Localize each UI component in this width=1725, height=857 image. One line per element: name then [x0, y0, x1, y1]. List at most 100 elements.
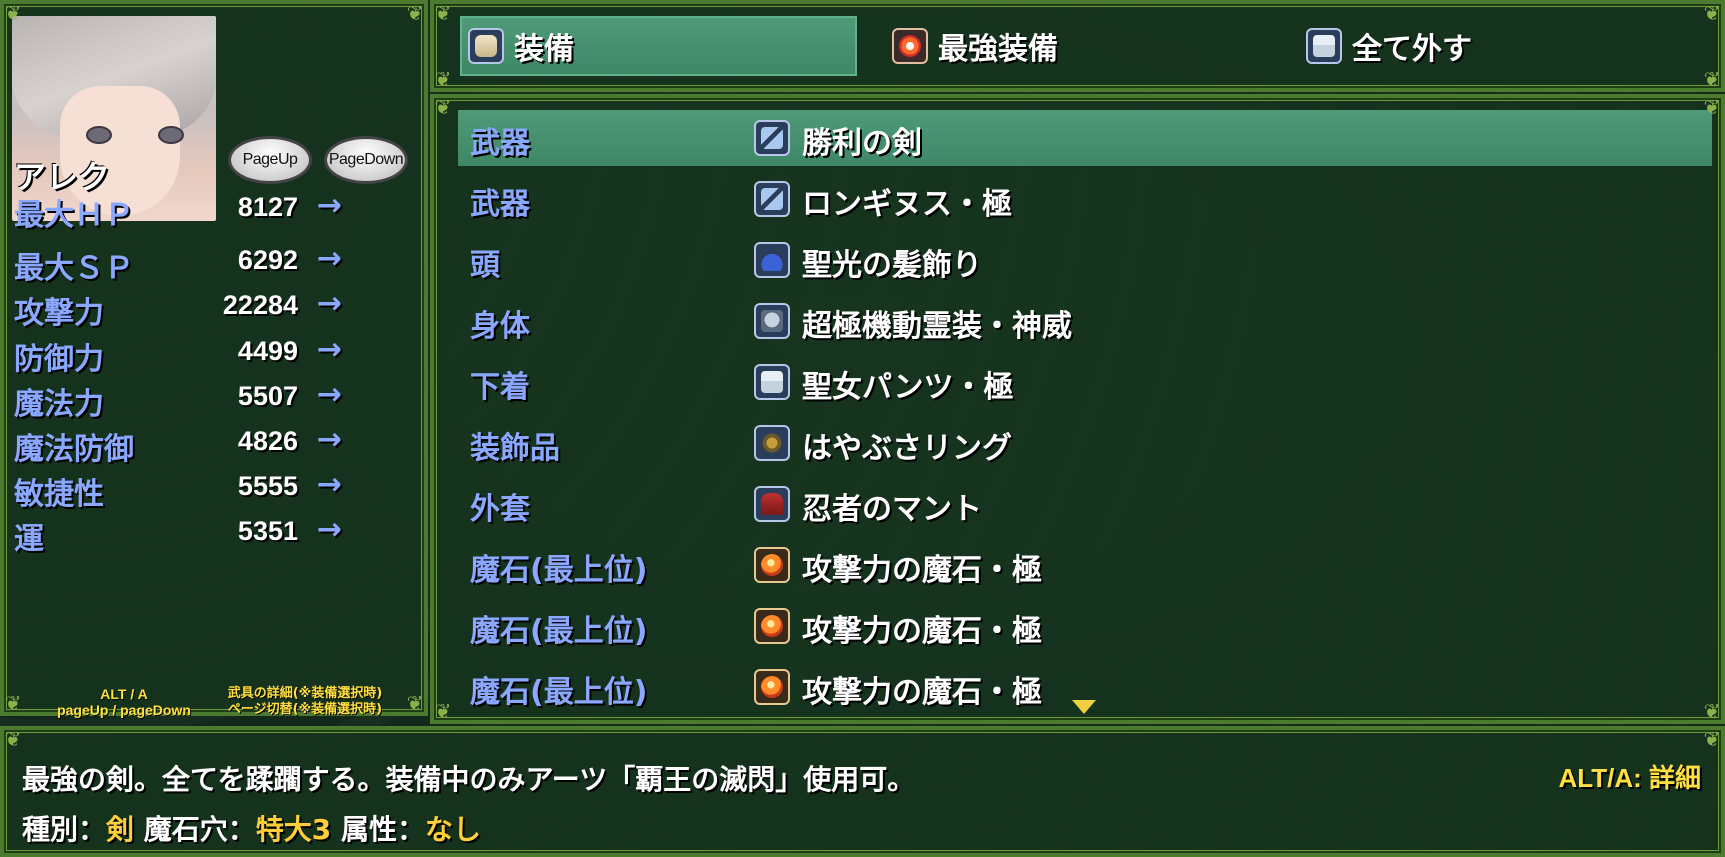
command-label: 最強装備 [938, 32, 1058, 67]
stat-row-defense: 防御力 4499 → [14, 332, 344, 377]
page-down-button[interactable]: PageDown [324, 136, 408, 184]
item-name: はやぶさリング [802, 431, 1012, 466]
hat-icon [754, 242, 790, 278]
equipment-panel: 武器 勝利の剣 武器 ロンギヌス・極 頭 聖光の髪飾り 身体 超極機動霊装・神威… [430, 94, 1725, 724]
stat-label: 最大ＳＰ [14, 251, 134, 286]
item-description: 最強の剣。全てを蹂躙する。装備中のみアーツ「覇王の滅閃」使用可。 [22, 763, 916, 796]
stat-label: 防御力 [14, 342, 104, 377]
stat-label: 運 [14, 522, 44, 557]
item-name: 攻撃力の魔石・極 [802, 675, 1042, 710]
item-name: 超極機動霊装・神威 [802, 309, 1072, 344]
item-name: 攻撃力の魔石・極 [802, 553, 1042, 588]
unequip-icon [1306, 28, 1342, 64]
slot-label: 身体 [470, 309, 530, 344]
slots-label: 魔石穴： [143, 813, 256, 846]
equip-icon [468, 28, 504, 64]
frame-ornament-icon: ❦ [1703, 699, 1721, 723]
key-hints: ALT / A pageUp / pageDown [24, 686, 224, 718]
equip-command[interactable]: 装備 [462, 18, 855, 74]
frame-ornament-icon: ❦ [434, 67, 452, 91]
slot-label: 魔石(最上位) [470, 614, 648, 649]
stat-value: 22284 [222, 290, 298, 320]
key-hint-alt: ALT / A [100, 686, 148, 702]
element-value: なし [425, 813, 482, 846]
frame-ornament-icon: ❦ [4, 691, 22, 715]
frame-ornament-icon: ❦ [1703, 67, 1721, 91]
item-name: 聖女パンツ・極 [802, 370, 1014, 405]
item-name: 勝利の剣 [802, 126, 922, 161]
scroll-down-arrow-icon[interactable] [1072, 700, 1096, 714]
stat-arrow-icon: → [316, 241, 342, 276]
stat-row-max-hp: 最大ＨＰ 8127 → [14, 188, 344, 233]
stat-arrow-icon: → [316, 422, 342, 457]
stat-value: 4826 [237, 426, 298, 456]
slot-label: 魔石(最上位) [470, 675, 648, 710]
page-up-button[interactable]: PageUp [228, 136, 312, 184]
equipment-slot-row[interactable]: 武器 勝利の剣 [458, 110, 1712, 166]
stat-row-agility: 敏捷性 5555 → [14, 467, 344, 512]
armor-icon [754, 303, 790, 339]
equipment-slot-row[interactable]: 武器 ロンギヌス・極 [458, 171, 1712, 227]
slot-label: 武器 [470, 126, 530, 161]
stat-label: 魔法防御 [14, 432, 134, 467]
stat-row-magic-defense: 魔法防御 4826 → [14, 422, 344, 467]
stat-label: 最大ＨＰ [14, 198, 134, 233]
frame-ornament-icon: ❦ [406, 1, 424, 25]
stat-label: 魔法力 [14, 387, 104, 422]
best-equip-command[interactable]: 最強装備 [892, 18, 1222, 74]
stat-row-attack: 攻撃力 22284 → [14, 286, 344, 331]
frame-ornament-icon: ❦ [406, 691, 424, 715]
slot-label: 装飾品 [470, 431, 560, 466]
stat-value: 6292 [237, 245, 298, 275]
stat-label: 攻撃力 [14, 296, 104, 331]
stat-value: 5351 [237, 516, 298, 546]
equipment-slot-row[interactable]: 身体 超極機動霊装・神威 [458, 293, 1712, 349]
frame-ornament-icon: ❦ [4, 727, 22, 751]
key-desc-detail: 武具の詳細(※装備選択時) [227, 686, 383, 701]
command-label: 全て外す [1352, 32, 1472, 67]
item-name: 攻撃力の魔石・極 [802, 614, 1042, 649]
item-attributes: 種別：剣 魔石穴：特大3 属性：なし [22, 808, 481, 848]
sword-icon [754, 120, 790, 156]
equipment-slot-row[interactable]: 外套 忍者のマント [458, 476, 1712, 532]
stat-arrow-icon: → [316, 467, 342, 502]
help-panel: 最強の剣。全てを蹂躙する。装備中のみアーツ「覇王の滅閃」使用可。 ALT/A: … [0, 726, 1725, 857]
game-background: PageUp PageDown アレク 最大ＨＰ 8127 → 最大ＳＰ 629… [0, 0, 1725, 857]
detail-hint: ALT/A: 詳細 [1558, 763, 1702, 793]
frame-ornament-icon: ❦ [1703, 95, 1721, 119]
key-descriptions: 武具の詳細(※装備選択時) ページ切替(※装備選択時) [202, 686, 408, 718]
equipment-slot-row[interactable]: 装飾品 はやぶさリング [458, 415, 1712, 471]
gem-icon [754, 608, 790, 644]
frame-ornament-icon: ❦ [1703, 727, 1721, 751]
cape-icon [754, 486, 790, 522]
slot-label: 武器 [470, 187, 530, 222]
stat-arrow-icon: → [316, 188, 342, 223]
unequip-all-command[interactable]: 全て外す [1306, 18, 1636, 74]
status-panel: PageUp PageDown アレク 最大ＨＰ 8127 → 最大ＳＰ 629… [0, 0, 428, 718]
ring-icon [754, 425, 790, 461]
key-desc-page: ページ切替(※装備選択時) [227, 702, 383, 717]
command-label: 装備 [514, 32, 574, 67]
equipment-slot-row[interactable]: 頭 聖光の髪飾り [458, 232, 1712, 288]
slots-value: 特大3 [255, 813, 332, 846]
slot-label: 外套 [470, 492, 530, 527]
equipment-slot-row[interactable]: 下着 聖女パンツ・極 [458, 354, 1712, 410]
key-hint-page: pageUp / pageDown [57, 702, 191, 718]
stat-value: 4499 [237, 336, 298, 366]
best-equip-icon [892, 28, 928, 64]
stat-row-luck: 運 5351 → [14, 512, 344, 557]
sword-icon [754, 181, 790, 217]
item-name: 忍者のマント [802, 492, 982, 527]
frame-ornament-icon: ❦ [4, 1, 22, 25]
pants-icon [754, 364, 790, 400]
slot-label: 頭 [470, 248, 500, 283]
stat-arrow-icon: → [316, 286, 342, 321]
equipment-slot-row[interactable]: 魔石(最上位) 攻撃力の魔石・極 [458, 598, 1712, 654]
frame-ornament-icon: ❦ [434, 95, 452, 119]
slot-label: 下着 [470, 370, 530, 405]
stat-row-max-sp: 最大ＳＰ 6292 → [14, 241, 344, 286]
type-value: 剣 [106, 813, 135, 846]
stat-value: 5555 [237, 471, 298, 501]
frame-ornament-icon: ❦ [434, 1, 452, 25]
equipment-slot-row[interactable]: 魔石(最上位) 攻撃力の魔石・極 [458, 537, 1712, 593]
